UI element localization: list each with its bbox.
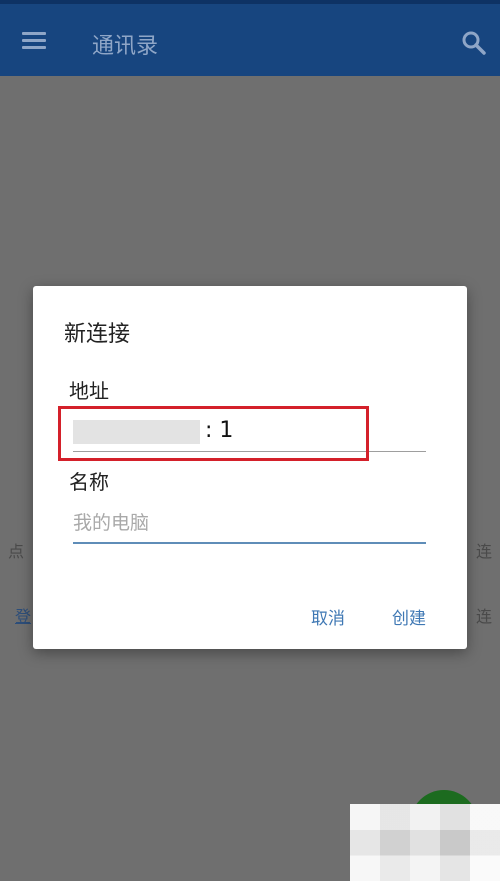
new-connection-dialog: 新连接 地址 : 1 名称 取消 创建	[33, 286, 467, 649]
dialog-title: 新连接	[64, 322, 131, 347]
page-title: 通讯录	[92, 34, 159, 59]
background-hint-text-right: 连	[476, 542, 493, 561]
app-bar: 通讯录	[0, 0, 500, 76]
address-highlight-box	[58, 406, 369, 461]
name-field[interactable]	[73, 506, 426, 544]
cancel-button[interactable]: 取消	[311, 604, 345, 629]
create-button[interactable]: 创建	[392, 604, 426, 629]
address-label: 地址	[69, 379, 109, 403]
name-label: 名称	[69, 470, 109, 494]
search-icon[interactable]	[461, 30, 487, 56]
name-input[interactable]	[73, 508, 426, 538]
background-login-link: 登	[15, 607, 32, 626]
background-connect-text: 连	[476, 607, 493, 626]
mosaic-watermark	[350, 804, 500, 881]
background-hint-text: 点	[8, 542, 25, 561]
menu-icon[interactable]	[22, 32, 48, 52]
